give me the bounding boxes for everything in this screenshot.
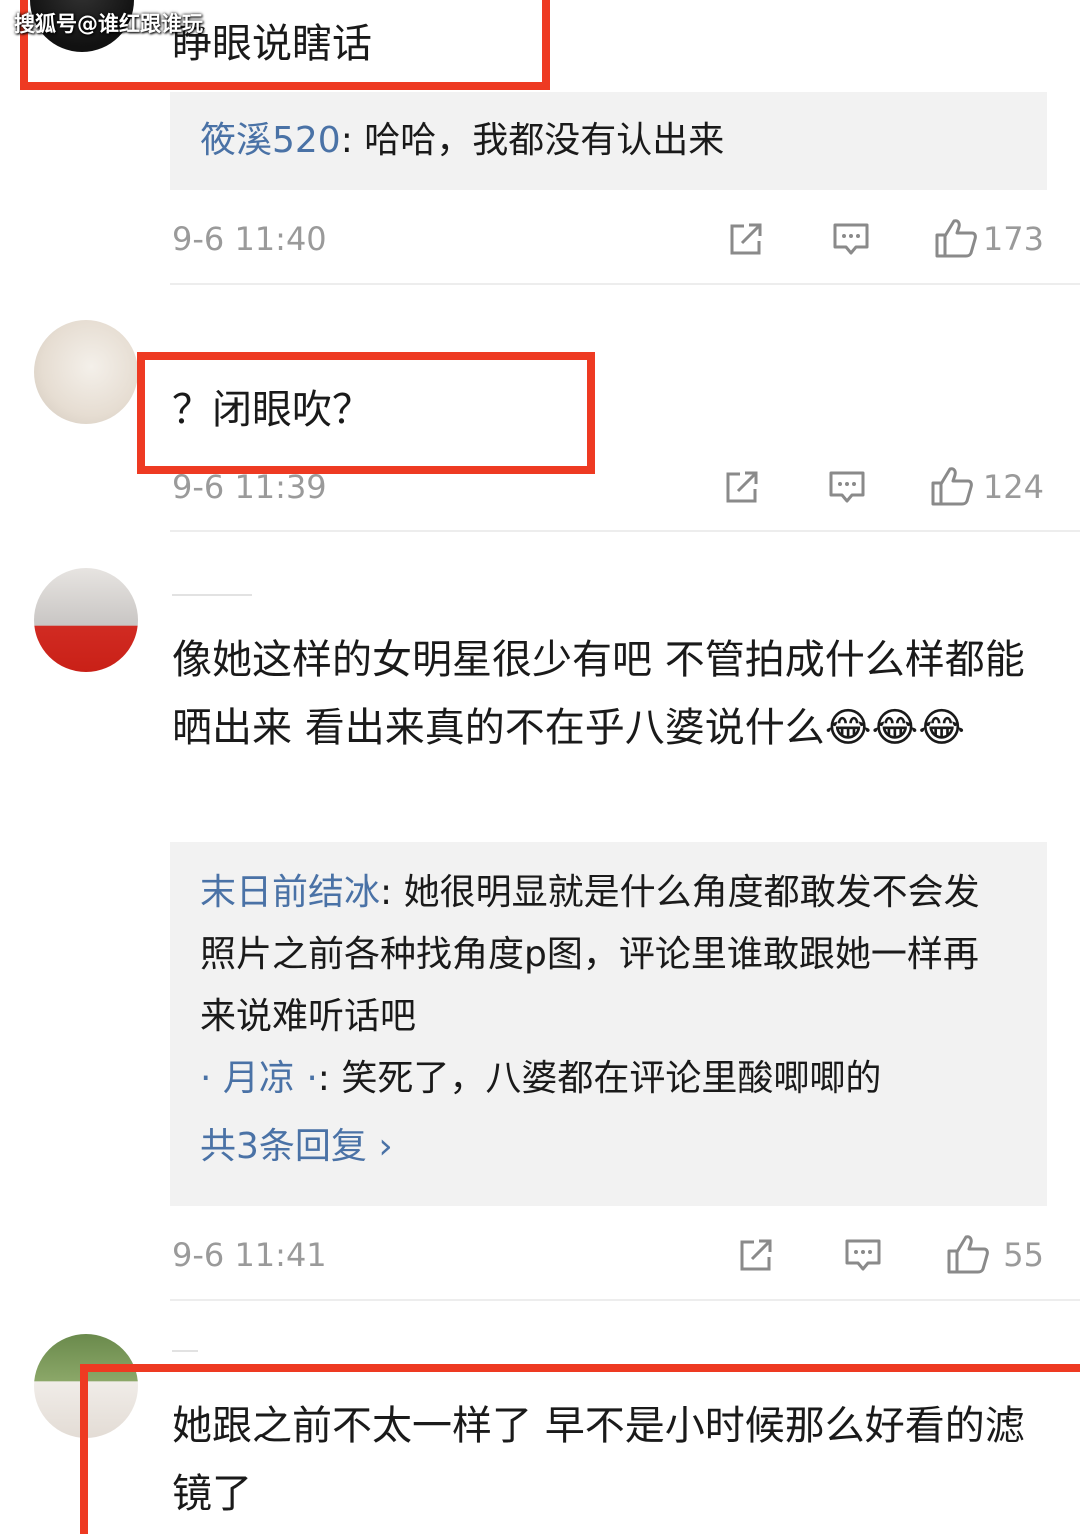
share-icon[interactable] xyxy=(728,221,764,257)
divider xyxy=(170,283,1080,285)
watermark: 搜狐号@谁红跟谁玩 xyxy=(14,12,203,36)
thumbs-up-icon[interactable] xyxy=(934,217,978,259)
divider xyxy=(170,1299,1080,1301)
thumbs-up-icon[interactable] xyxy=(946,1233,990,1275)
reply-separator: : xyxy=(340,120,365,161)
comment-icon[interactable] xyxy=(844,1237,882,1273)
more-replies-link[interactable]: 共3条回复 › xyxy=(200,1116,1007,1178)
comment-meta: 9-6 11:41 55 xyxy=(172,1230,1044,1280)
reply-username[interactable]: 末日前结冰 xyxy=(200,872,380,913)
comment-icon[interactable] xyxy=(832,221,870,257)
like-count: 124 xyxy=(982,468,1044,506)
reply-username[interactable]: 筱溪520 xyxy=(200,120,341,161)
username-stub xyxy=(172,594,252,596)
reply-text: 哈哈，我都没有认出来 xyxy=(364,120,725,161)
username-stub xyxy=(172,1350,198,1352)
reply-text: 笑死了，八婆都在评论里酸唧唧的 xyxy=(341,1058,882,1099)
reply-box[interactable]: 筱溪520: 哈哈，我都没有认出来 xyxy=(170,92,1047,190)
highlight-box xyxy=(80,1364,1080,1534)
comment-meta: 9-6 11:40 173 xyxy=(172,214,1044,264)
share-icon[interactable] xyxy=(738,1237,774,1273)
highlight-box xyxy=(137,352,595,474)
reply-item[interactable]: · 月凉 ·: 笑死了，八婆都在评论里酸唧唧的 xyxy=(200,1048,1007,1110)
like-count: 55 xyxy=(1003,1236,1044,1274)
share-icon[interactable] xyxy=(724,469,760,505)
reply-item[interactable]: 末日前结冰: 她很明显就是什么角度都敢发不会发照片之前各种找角度p图，评论里谁敢… xyxy=(200,862,1007,1048)
reply-box[interactable]: 末日前结冰: 她很明显就是什么角度都敢发不会发照片之前各种找角度p图，评论里谁敢… xyxy=(170,842,1047,1206)
avatar[interactable] xyxy=(34,568,138,672)
comment-time: 9-6 11:41 xyxy=(172,1236,327,1274)
divider xyxy=(170,530,1080,532)
reply-item[interactable]: 筱溪520: 哈哈，我都没有认出来 xyxy=(200,110,1047,172)
reply-separator: : xyxy=(380,872,404,913)
comment-text: 像她这样的女明星很少有吧 不管拍成什么样都能晒出来 看出来真的不在乎八婆说什么😂… xyxy=(172,637,1025,751)
thumbs-up-icon[interactable] xyxy=(930,465,974,507)
comment-time: 9-6 11:40 xyxy=(172,220,327,258)
like-count: 173 xyxy=(982,220,1044,258)
avatar[interactable] xyxy=(34,320,138,424)
reply-separator: : xyxy=(317,1058,342,1099)
reply-username[interactable]: · 月凉 · xyxy=(200,1058,318,1099)
comment-icon[interactable] xyxy=(828,469,866,505)
